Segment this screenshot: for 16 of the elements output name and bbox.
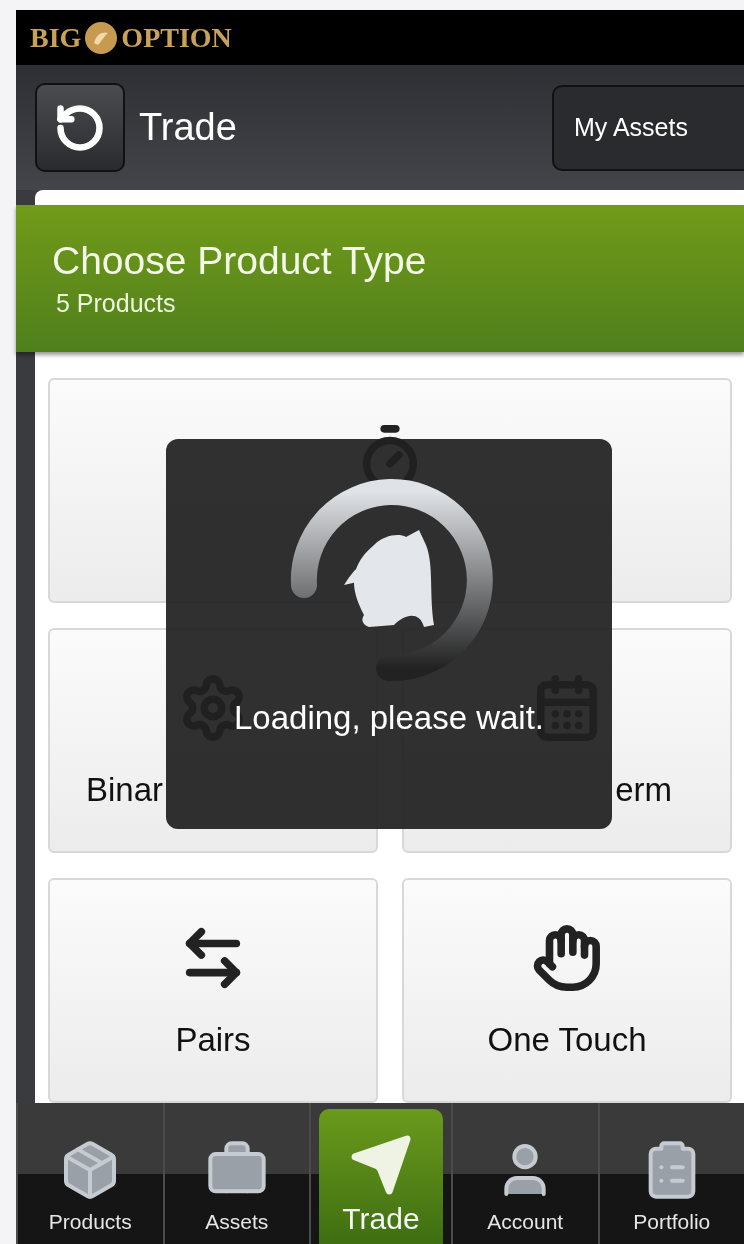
coin-icon <box>84 20 119 55</box>
banner-title: Choose Product Type <box>52 239 428 283</box>
logo-text: OPTION <box>121 21 232 54</box>
product-tile[interactable]: Pairs <box>48 878 378 1103</box>
my-assets-button[interactable]: My Assets <box>552 84 744 171</box>
tab[interactable]: Account <box>451 1103 598 1244</box>
refresh-button[interactable] <box>35 83 125 172</box>
tab[interactable]: Portfolio <box>597 1103 744 1244</box>
banner-subtitle: 5 Products <box>55 289 177 318</box>
logo-text: BIG <box>30 21 82 54</box>
tab[interactable]: Products <box>16 1103 163 1244</box>
page-title: Trade <box>139 106 238 149</box>
loading-message: Loading, please wait. <box>233 699 545 737</box>
product-tile[interactable]: One Touch <box>402 878 732 1103</box>
hand-icon <box>532 922 602 993</box>
tab[interactable]: Assets <box>162 1103 309 1244</box>
